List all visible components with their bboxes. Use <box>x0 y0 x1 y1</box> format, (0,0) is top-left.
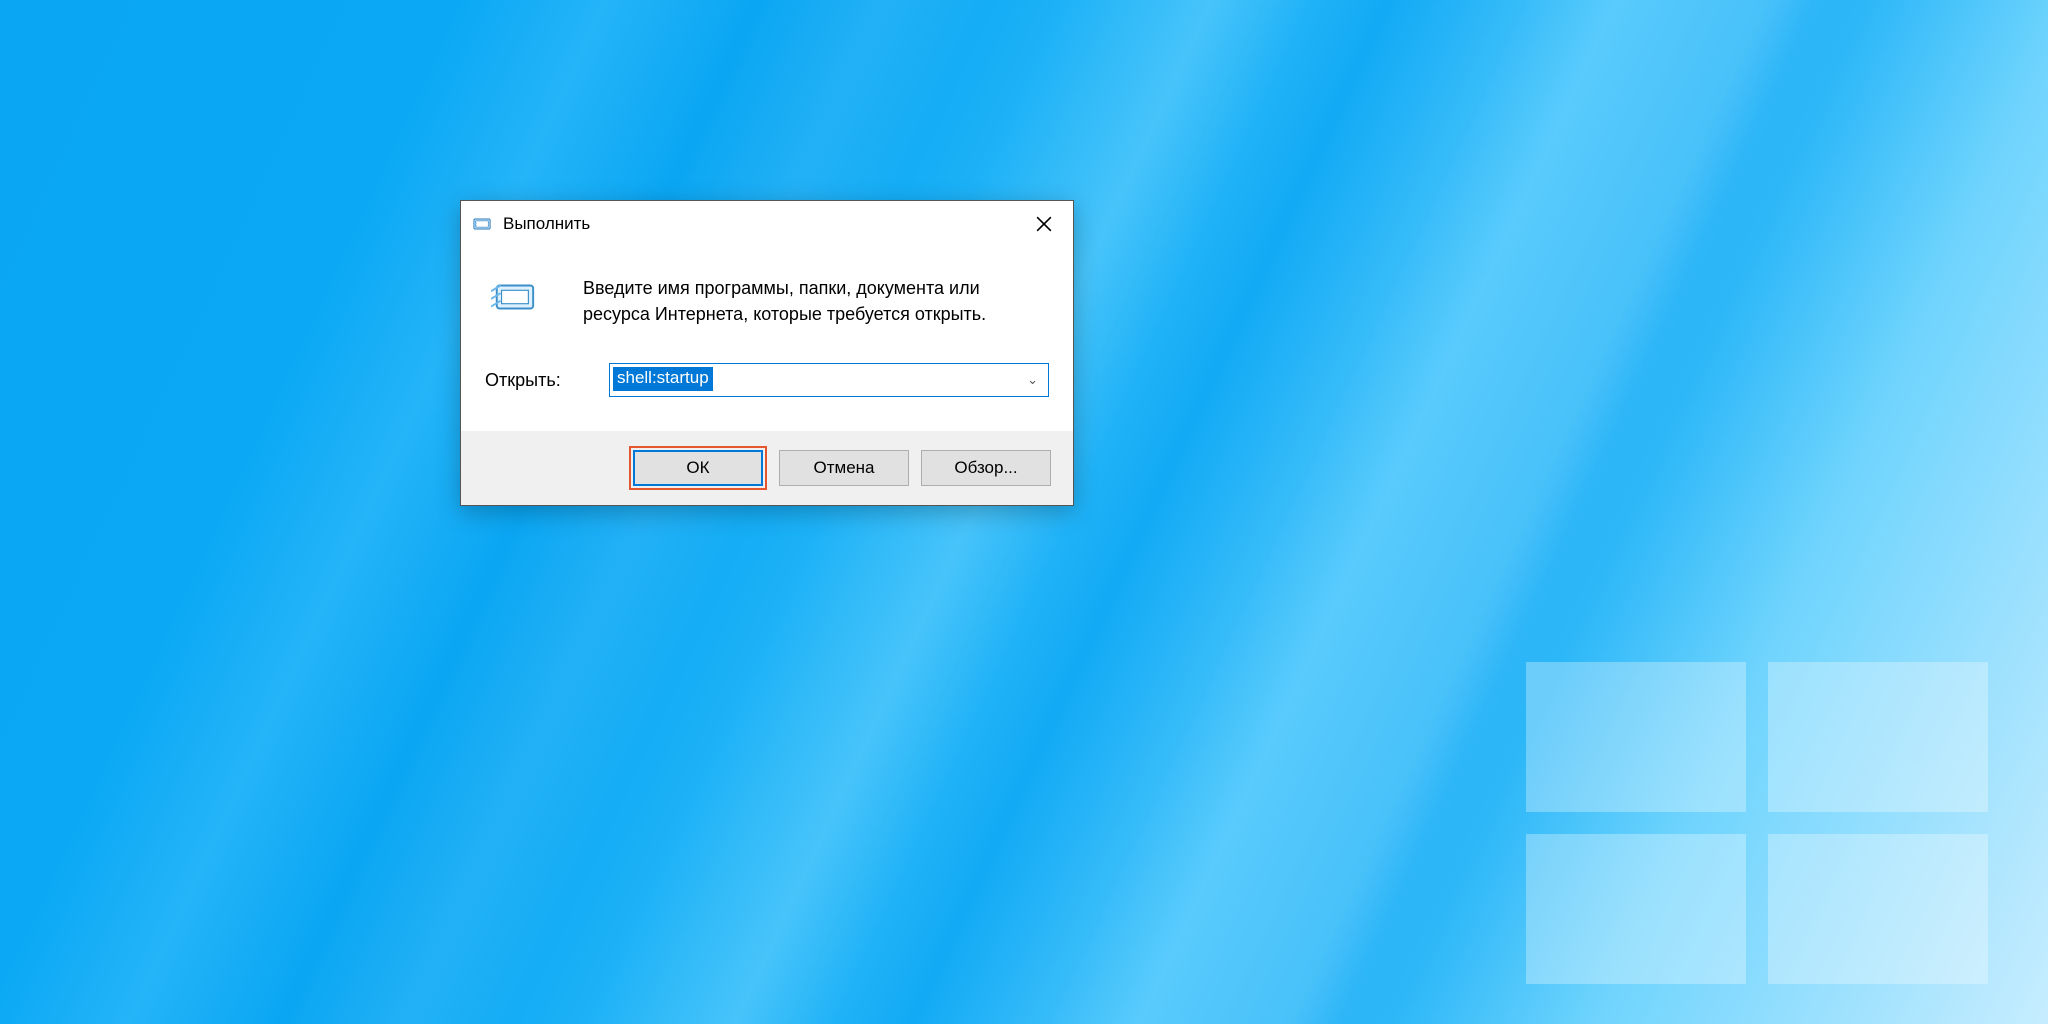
browse-button[interactable]: Обзор... <box>921 450 1051 486</box>
dialog-description: Введите имя программы, папки, документа … <box>583 275 1013 327</box>
run-dialog: Выполнить Введите имя программы, папки, … <box>460 200 1074 506</box>
open-input-value[interactable]: shell:startup <box>613 367 713 390</box>
cancel-button[interactable]: Отмена <box>779 450 909 486</box>
ok-button[interactable]: ОК <box>633 450 763 486</box>
browse-button-label: Обзор... <box>954 458 1017 478</box>
close-icon <box>1036 216 1052 232</box>
dialog-body: Введите имя программы, папки, документа … <box>461 247 1073 431</box>
run-icon <box>471 213 493 235</box>
open-combobox[interactable]: shell:startup ⌄ <box>609 363 1049 397</box>
close-button[interactable] <box>1015 201 1073 247</box>
ok-button-highlight: ОК <box>629 446 767 490</box>
desktop-background: Выполнить Введите имя программы, папки, … <box>0 0 2048 1024</box>
run-icon <box>491 277 537 323</box>
cancel-button-label: Отмена <box>814 458 875 478</box>
open-label: Открыть: <box>485 370 581 391</box>
windows-logo-icon <box>1526 662 1988 984</box>
dialog-title: Выполнить <box>503 214 590 234</box>
chevron-down-icon: ⌄ <box>1027 372 1038 388</box>
button-bar: ОК Отмена Обзор... <box>461 431 1073 505</box>
ok-button-label: ОК <box>686 458 709 478</box>
titlebar[interactable]: Выполнить <box>461 201 1073 247</box>
